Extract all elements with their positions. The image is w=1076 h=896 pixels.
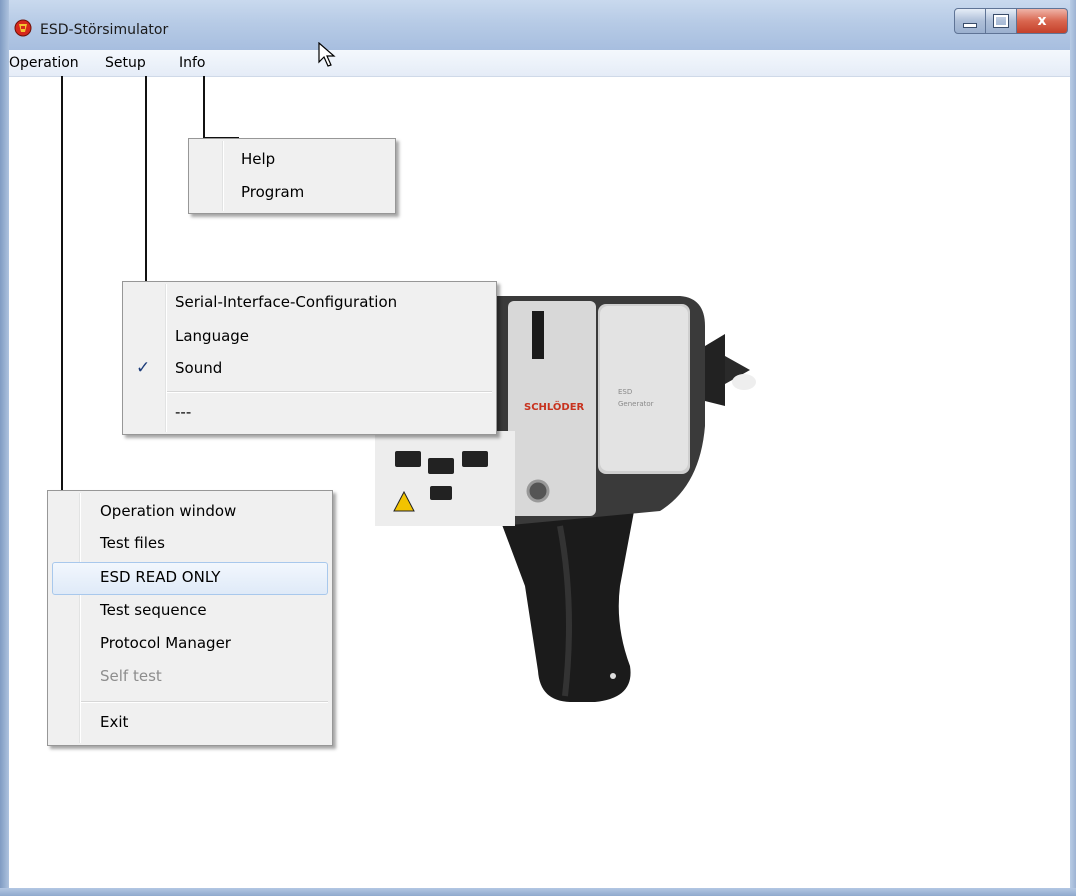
menu-item-test-files[interactable]: Test files <box>100 534 165 552</box>
menu-item-placeholder[interactable]: --- <box>175 403 191 421</box>
menu-info[interactable]: Info <box>179 55 206 71</box>
device-label-line2: Generator <box>618 400 654 408</box>
maximize-button[interactable] <box>986 8 1017 34</box>
setup-menu: Serial-Interface-Configuration Language … <box>122 281 497 435</box>
menu-gutter <box>165 284 167 432</box>
window-title: ESD-Störsimulator <box>40 22 169 38</box>
info-menu: Help Program <box>188 138 396 214</box>
menu-item-test-sequence[interactable]: Test sequence <box>100 601 207 619</box>
menu-item-program[interactable]: Program <box>241 183 304 201</box>
menu-separator <box>81 701 328 703</box>
window-frame-left <box>0 0 9 896</box>
device-brand: SCHLÖDER <box>524 399 585 413</box>
close-button[interactable]: x <box>1017 8 1068 34</box>
menu-separator <box>167 391 492 393</box>
menu-gutter <box>79 493 81 743</box>
connector-operation <box>61 76 63 492</box>
menu-item-protocol-manager[interactable]: Protocol Manager <box>100 634 231 652</box>
device-label-line1: ESD <box>618 388 632 396</box>
maximize-icon <box>994 15 1008 27</box>
app-icon[interactable] <box>14 19 32 37</box>
menu-bar: Operation Setup Info <box>9 50 1070 77</box>
menu-gutter <box>222 141 224 211</box>
window-frame-bottom <box>0 888 1076 896</box>
menu-setup[interactable]: Setup <box>105 55 146 71</box>
checkmark-icon: ✓ <box>136 358 151 378</box>
menu-operation[interactable]: Operation <box>9 55 79 71</box>
menu-item-sound[interactable]: Sound <box>175 359 222 377</box>
operation-menu: Operation window Test files ESD READ ONL… <box>47 490 333 746</box>
window-controls: x <box>954 8 1068 34</box>
window-frame-right <box>1070 0 1076 896</box>
minimize-icon <box>963 22 977 28</box>
minimize-button[interactable] <box>954 8 986 34</box>
menu-item-operation-window[interactable]: Operation window <box>100 502 236 520</box>
menu-item-help[interactable]: Help <box>241 150 275 168</box>
connector-info <box>203 76 205 139</box>
connector-setup <box>145 76 147 283</box>
menu-item-exit[interactable]: Exit <box>100 713 128 731</box>
close-icon: x <box>1037 13 1047 29</box>
mouse-cursor-icon <box>318 42 336 67</box>
menu-item-esd-read-only[interactable]: ESD READ ONLY <box>100 568 220 586</box>
menu-item-language[interactable]: Language <box>175 327 249 345</box>
menu-item-self-test: Self test <box>100 667 162 685</box>
menu-item-serial-interface[interactable]: Serial-Interface-Configuration <box>175 293 397 311</box>
